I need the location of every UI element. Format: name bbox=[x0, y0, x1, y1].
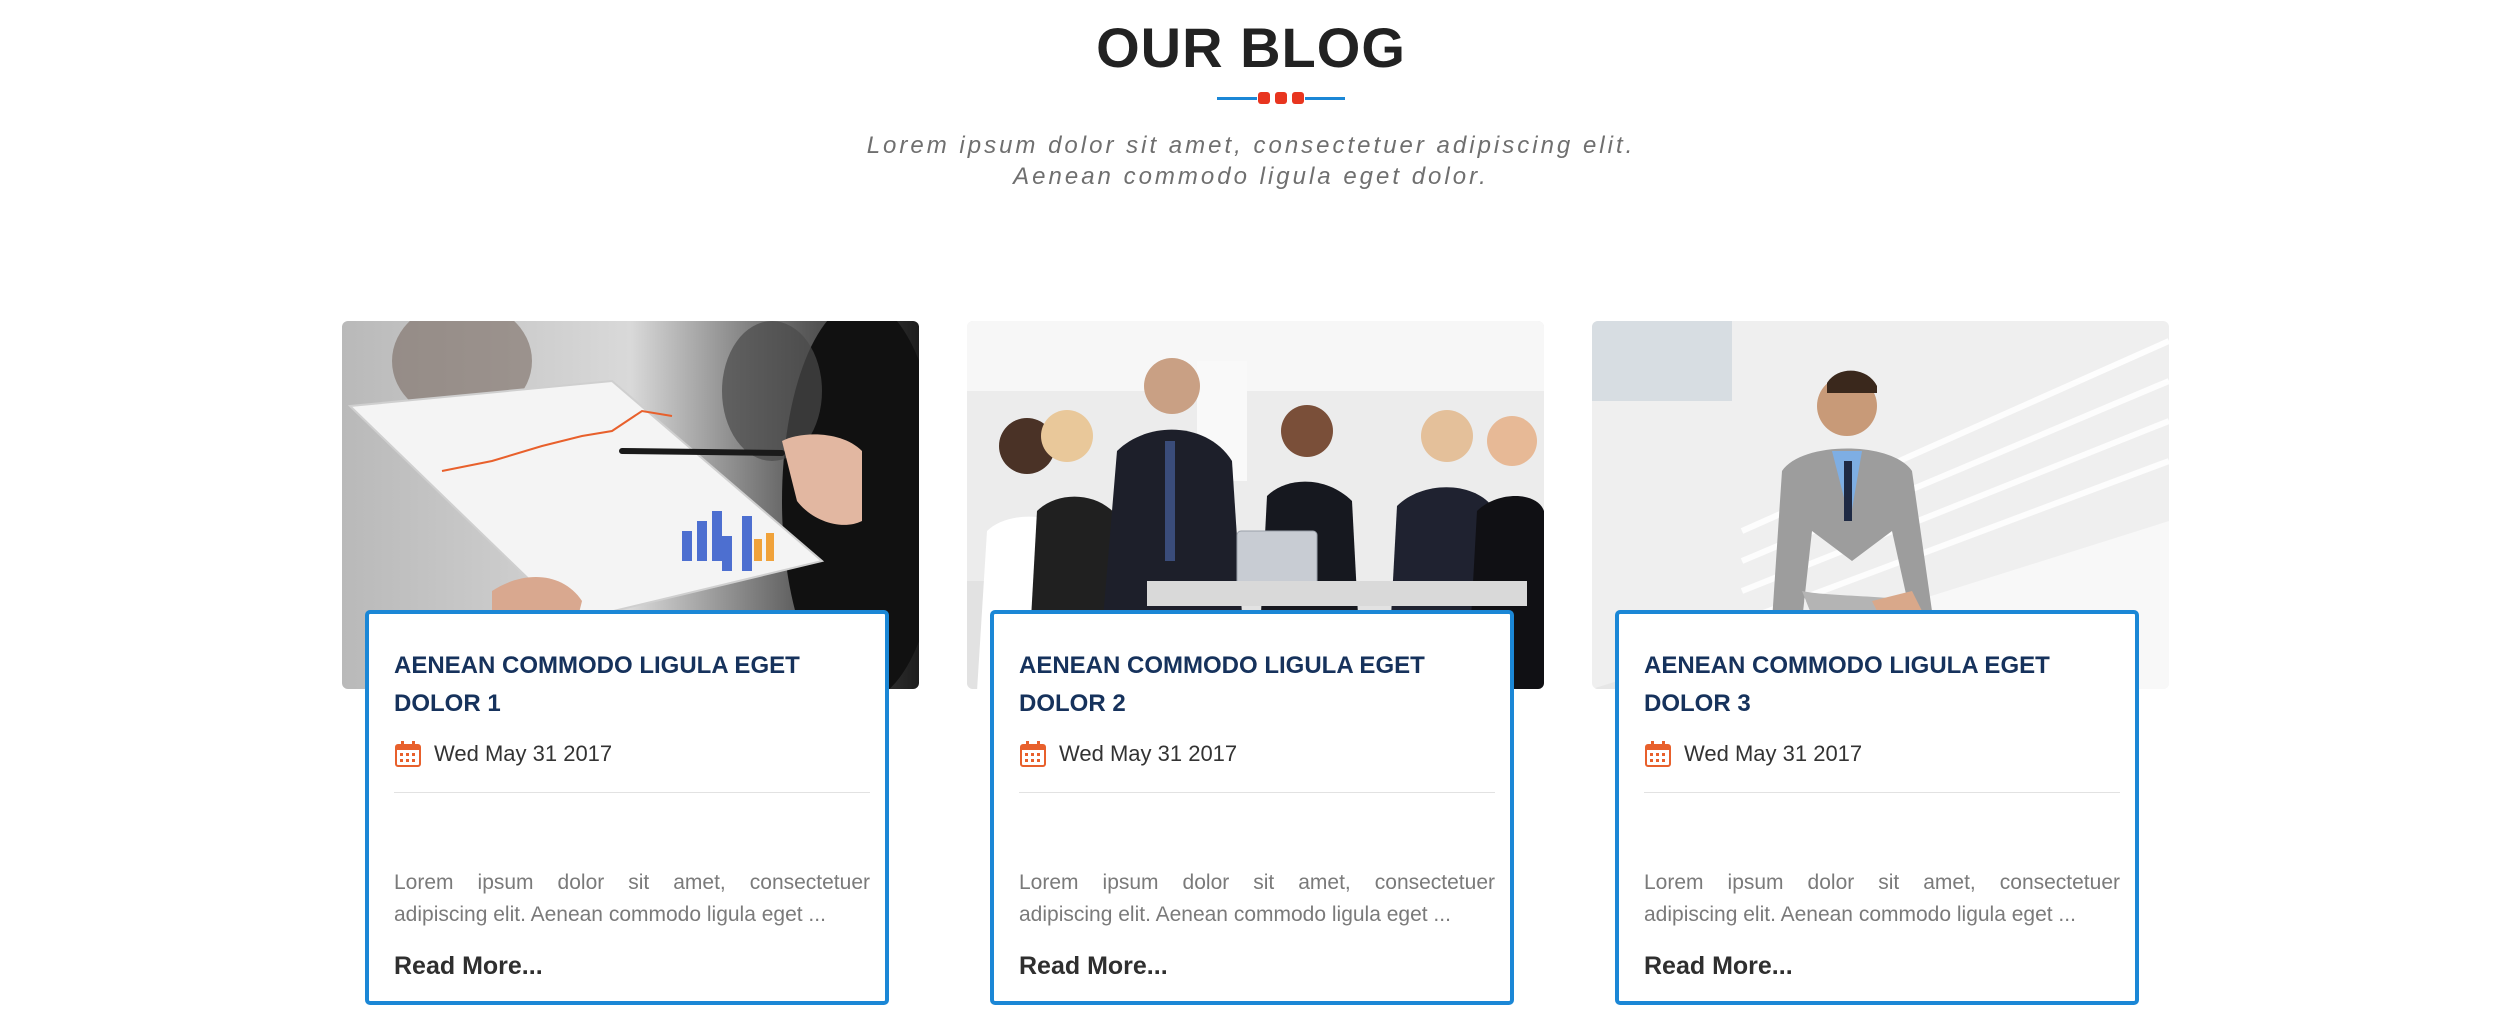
title-divider bbox=[1217, 92, 1345, 104]
divider-line-left bbox=[1217, 97, 1257, 100]
blog-card-date: Wed May 31 2017 bbox=[1019, 738, 1237, 770]
blog-card-title[interactable]: AENEAN COMMODO LIGULA EGET DOLOR 2 bbox=[1019, 647, 1499, 723]
divider-dot bbox=[1292, 92, 1304, 104]
blog-card-3: AENEAN COMMODO LIGULA EGET DOLOR 3 Wed M… bbox=[1592, 321, 2169, 1028]
read-more-link[interactable]: Read More... bbox=[1019, 950, 1168, 982]
blog-card-excerpt: Lorem ipsum dolor sit amet, consectetuer… bbox=[1644, 871, 2120, 926]
blog-card-date-text: Wed May 31 2017 bbox=[1684, 741, 1863, 766]
blog-card-excerpt: Lorem ipsum dolor sit amet, consectetuer… bbox=[1019, 871, 1495, 926]
blog-card-title[interactable]: AENEAN COMMODO LIGULA EGET DOLOR 1 bbox=[394, 647, 874, 723]
subtitle-line-1: Lorem ipsum dolor sit amet, consectetuer… bbox=[866, 132, 1636, 159]
blog-card-divider bbox=[1019, 792, 1495, 793]
read-more-link[interactable]: Read More... bbox=[1644, 950, 1793, 982]
section-subtitle: Lorem ipsum dolor sit amet, consectetuer… bbox=[0, 130, 2502, 192]
blog-card-divider bbox=[1644, 792, 2120, 793]
calendar-icon bbox=[1020, 741, 1046, 767]
blog-card-body-2: AENEAN COMMODO LIGULA EGET DOLOR 2 Wed M… bbox=[990, 610, 1514, 1005]
calendar-icon bbox=[395, 741, 421, 767]
blog-card-body-1: AENEAN COMMODO LIGULA EGET DOLOR 1 Wed M… bbox=[365, 610, 889, 1005]
blog-card-divider bbox=[394, 792, 870, 793]
blog-card-2: AENEAN COMMODO LIGULA EGET DOLOR 2 Wed M… bbox=[967, 321, 1544, 1028]
blog-card-excerpt: Lorem ipsum dolor sit amet, consectetuer… bbox=[394, 871, 870, 926]
blog-card-date: Wed May 31 2017 bbox=[394, 738, 612, 770]
blog-card-date-text: Wed May 31 2017 bbox=[434, 741, 613, 766]
divider-line-right bbox=[1305, 97, 1345, 100]
read-more-link[interactable]: Read More... bbox=[394, 950, 543, 982]
blog-card-body-3: AENEAN COMMODO LIGULA EGET DOLOR 3 Wed M… bbox=[1615, 610, 2139, 1005]
blog-card-title[interactable]: AENEAN COMMODO LIGULA EGET DOLOR 3 bbox=[1644, 647, 2124, 723]
divider-dot bbox=[1275, 92, 1287, 104]
calendar-icon bbox=[1645, 741, 1671, 767]
blog-card-date: Wed May 31 2017 bbox=[1644, 738, 1862, 770]
section-title: OUR BLOG bbox=[1096, 16, 1406, 79]
blog-card-date-text: Wed May 31 2017 bbox=[1059, 741, 1238, 766]
divider-dot bbox=[1258, 92, 1270, 104]
subtitle-line-2: Aenean commodo ligula eget dolor. bbox=[1013, 163, 1489, 190]
blog-card-1: AENEAN COMMODO LIGULA EGET DOLOR 1 Wed M… bbox=[342, 321, 919, 1028]
